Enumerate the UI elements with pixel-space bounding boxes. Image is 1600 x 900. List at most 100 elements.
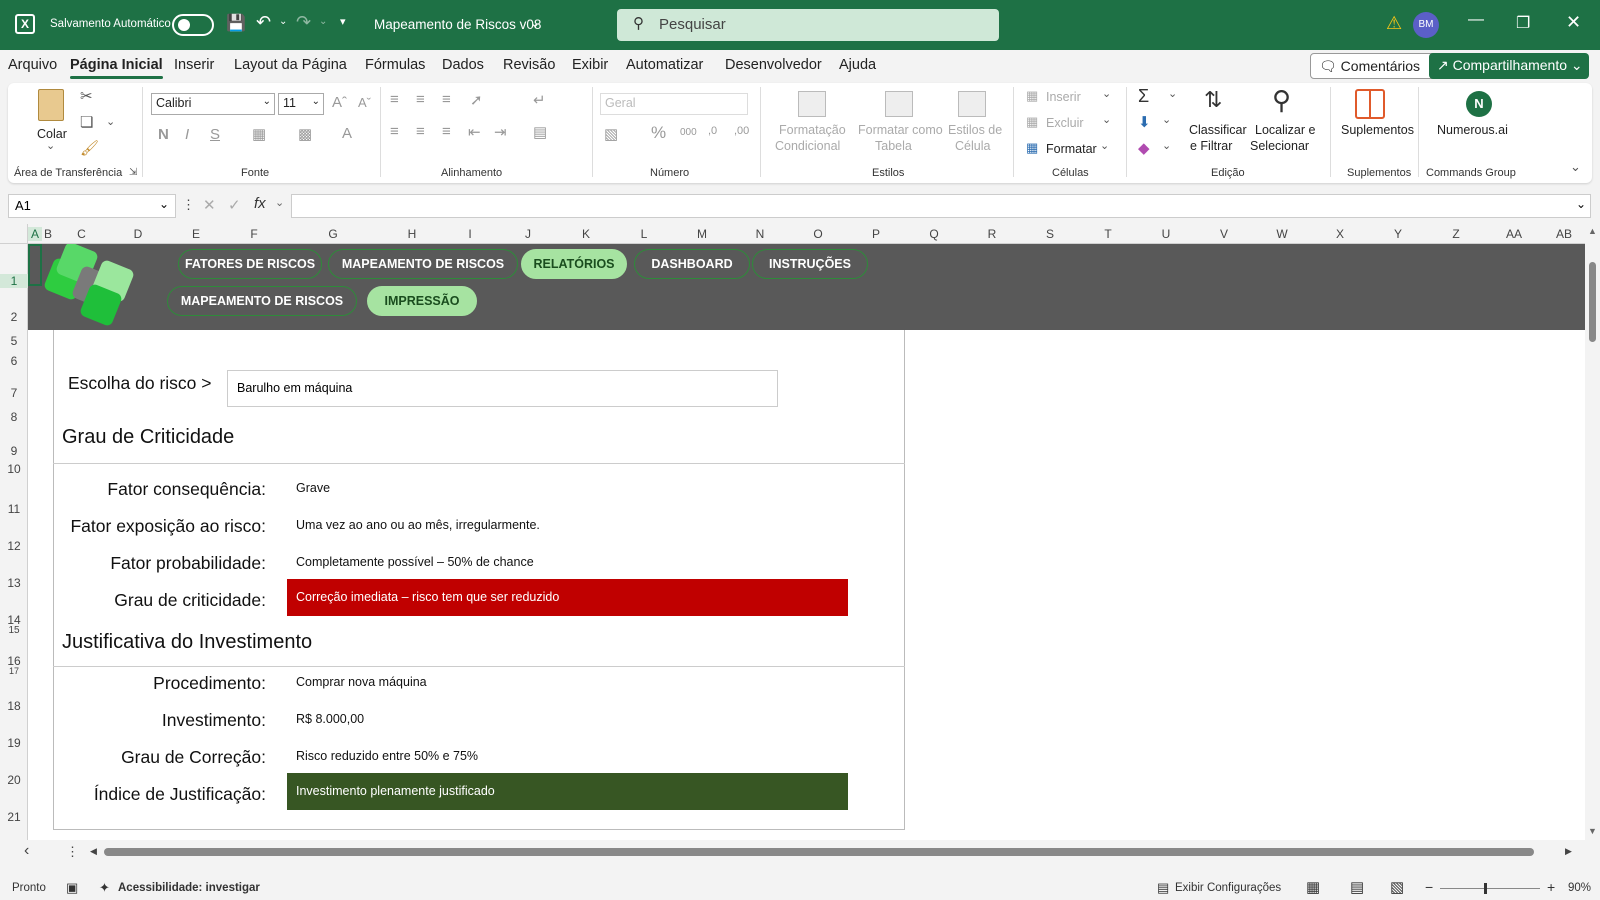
column-header[interactable]: T xyxy=(1079,227,1137,241)
row-header[interactable]: 9 xyxy=(0,444,28,458)
column-header[interactable]: C xyxy=(54,227,109,241)
zoom-slider[interactable] xyxy=(1440,883,1540,894)
decrease-font-icon[interactable]: Aˇ xyxy=(358,95,371,110)
normal-view-icon[interactable]: ▦ xyxy=(1306,878,1320,896)
column-header[interactable]: Y xyxy=(1369,227,1427,241)
format-cells-button[interactable]: Formatar xyxy=(1046,142,1097,156)
menu-ajuda[interactable]: Ajuda xyxy=(839,57,876,73)
format-dropdown-icon[interactable]: ⌄ xyxy=(1100,139,1109,152)
undo-dropdown-icon[interactable]: ⌄ xyxy=(279,16,287,27)
decrease-decimal-icon[interactable]: ,00 xyxy=(734,125,749,137)
format-painter-icon[interactable]: 🖌 xyxy=(80,139,99,157)
paste-dropdown-icon[interactable]: ⌄ xyxy=(46,139,55,152)
column-header[interactable]: L xyxy=(615,227,673,241)
column-header[interactable]: P xyxy=(847,227,905,241)
column-header[interactable]: K xyxy=(557,227,615,241)
addins-icon[interactable] xyxy=(1355,89,1385,119)
scroll-right-icon[interactable]: ▶ xyxy=(1565,846,1572,857)
column-header[interactable]: R xyxy=(963,227,1021,241)
minimize-icon[interactable]: — xyxy=(1468,11,1484,29)
conditional-format-button-line1[interactable]: Formatação xyxy=(779,123,846,137)
autosum-icon[interactable]: Σ xyxy=(1138,86,1149,107)
share-dropdown-icon[interactable]: ⌄ xyxy=(1567,57,1583,73)
column-header[interactable]: M xyxy=(673,227,731,241)
underline-icon[interactable]: S xyxy=(210,126,220,143)
scroll-left-icon[interactable]: ◀ xyxy=(90,846,97,857)
merge-center-icon[interactable]: ▤ xyxy=(533,123,547,141)
column-header[interactable]: E xyxy=(167,227,225,241)
align-top-icon[interactable]: ≡ xyxy=(390,91,399,108)
row-header[interactable]: 17 xyxy=(0,666,28,674)
row-header[interactable]: 13 xyxy=(0,576,28,590)
column-header[interactable]: I xyxy=(441,227,499,241)
menu-inserir[interactable]: Inserir xyxy=(174,57,214,73)
scroll-up-icon[interactable]: ▲ xyxy=(1588,226,1597,236)
cell-styles-icon[interactable] xyxy=(958,91,986,117)
column-header[interactable]: X xyxy=(1311,227,1369,241)
row-header[interactable]: 6 xyxy=(0,354,28,368)
name-box[interactable]: A1 ⌄ xyxy=(8,194,176,218)
column-header[interactable]: Q xyxy=(905,227,963,241)
page-break-view-icon[interactable]: ▧ xyxy=(1390,878,1404,896)
find-select-button-line1[interactable]: Localizar e xyxy=(1255,123,1315,137)
thousands-icon[interactable]: 000 xyxy=(680,127,697,138)
font-name-dropdown[interactable]: Calibri ⌄ xyxy=(151,93,275,115)
page-layout-view-icon[interactable]: ▤ xyxy=(1350,878,1364,896)
italic-icon[interactable]: I xyxy=(185,126,189,143)
column-header[interactable]: AB xyxy=(1543,227,1585,241)
copy-dropdown-icon[interactable]: ⌄ xyxy=(106,115,115,128)
column-header[interactable]: B xyxy=(42,227,54,241)
nav-instrucoes[interactable]: INSTRUÇÕES xyxy=(752,249,868,279)
formula-input[interactable]: ⌄ xyxy=(291,194,1591,218)
comments-button[interactable]: 🗨 Comentários xyxy=(1310,53,1448,79)
row-header[interactable]: 5 xyxy=(0,334,28,348)
horizontal-scroll-thumb[interactable] xyxy=(104,848,1534,856)
column-header[interactable]: J xyxy=(499,227,557,241)
row-header[interactable]: 7 xyxy=(0,386,28,400)
function-dropdown-icon[interactable]: ⌄ xyxy=(275,196,284,209)
find-select-icon[interactable]: ⚲ xyxy=(1272,85,1291,116)
nav-relatorios[interactable]: RELATÓRIOS xyxy=(521,249,627,279)
redo-dropdown-icon[interactable]: ⌄ xyxy=(319,16,327,27)
column-header[interactable]: D xyxy=(109,227,167,241)
fill-color-icon[interactable]: ▩ xyxy=(298,125,312,143)
row-header[interactable]: 10 xyxy=(0,462,28,476)
confirm-entry-icon[interactable]: ✓ xyxy=(228,196,241,214)
format-as-table-button-line1[interactable]: Formatar como xyxy=(858,123,943,137)
insert-cells-button[interactable]: Inserir xyxy=(1046,90,1081,104)
menu-formulas[interactable]: Fórmulas xyxy=(365,57,425,73)
copy-icon[interactable]: ❏ xyxy=(80,113,93,131)
conditional-format-button-line2[interactable]: Condicional xyxy=(775,139,840,153)
clear-dropdown-icon[interactable]: ⌄ xyxy=(1162,139,1171,152)
column-header[interactable]: G xyxy=(283,227,383,241)
row-header[interactable]: 1 xyxy=(0,274,28,288)
menu-arquivo[interactable]: Arquivo xyxy=(8,57,57,73)
align-bottom-icon[interactable]: ≡ xyxy=(442,91,451,108)
row-header[interactable]: 21 xyxy=(0,810,28,824)
column-header[interactable]: S xyxy=(1021,227,1079,241)
row-header[interactable]: 8 xyxy=(0,410,28,424)
sort-filter-button-line2[interactable]: e Filtrar xyxy=(1190,139,1232,153)
save-icon[interactable]: 💾 xyxy=(226,13,246,33)
accessibility-status[interactable]: Acessibilidade: investigar xyxy=(118,882,260,894)
nav-dashboard[interactable]: DASHBOARD xyxy=(634,249,750,279)
column-header[interactable]: Z xyxy=(1427,227,1485,241)
restore-icon[interactable]: ❐ xyxy=(1516,13,1530,33)
expand-formula-icon[interactable]: ⌄ xyxy=(1576,197,1586,211)
close-icon[interactable]: ✕ xyxy=(1566,12,1581,33)
percent-icon[interactable]: % xyxy=(651,123,666,143)
sheet-area[interactable]: FATORES DE RISCOS MAPEAMENTO DE RISCOS R… xyxy=(28,244,1585,840)
zoom-in-icon[interactable]: + xyxy=(1547,879,1555,895)
nav-mapeamento-de-riscos-2[interactable]: MAPEAMENTO DE RISCOS xyxy=(167,286,357,316)
borders-icon[interactable]: ▦ xyxy=(252,125,266,143)
macro-record-icon[interactable]: ▣ xyxy=(66,880,78,896)
align-middle-icon[interactable]: ≡ xyxy=(416,91,425,108)
zoom-level[interactable]: 90% xyxy=(1568,882,1591,894)
redo-icon[interactable]: ↷ xyxy=(296,12,311,33)
numerous-icon[interactable]: N xyxy=(1466,91,1492,117)
share-button[interactable]: ↗ Compartilhamento ⌄ xyxy=(1429,53,1589,79)
increase-font-icon[interactable]: Aˆ xyxy=(332,94,347,111)
scroll-down-icon[interactable]: ▼ xyxy=(1588,826,1597,836)
row-header[interactable]: 11 xyxy=(0,502,28,516)
cell-styles-button-line2[interactable]: Célula xyxy=(955,139,990,153)
